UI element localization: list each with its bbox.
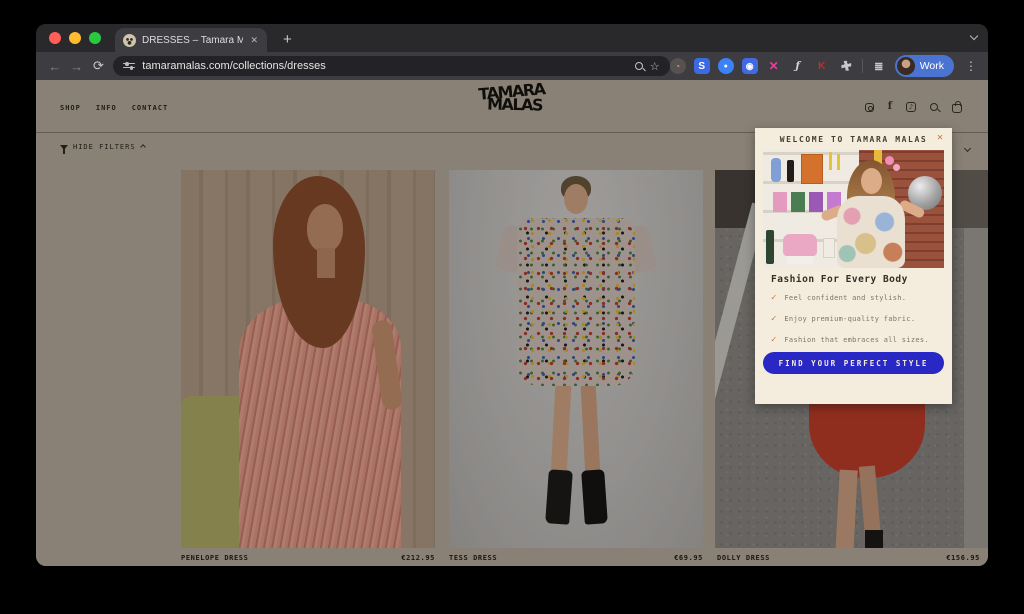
candle-shape xyxy=(837,154,840,170)
browser-menu-icon[interactable]: ⋮ xyxy=(962,59,980,73)
omnibox-search-icon[interactable] xyxy=(635,62,643,70)
back-button[interactable]: ← xyxy=(44,59,66,74)
tab-strip: DRESSES – Tamara Malas ✕ + xyxy=(36,24,988,52)
popup-heading: Fashion For Every Body xyxy=(771,274,908,285)
reload-button[interactable]: ⟳ xyxy=(88,58,110,74)
profile-button[interactable]: Work xyxy=(895,55,954,77)
extension-dot-icon[interactable]: ● xyxy=(718,58,734,74)
benefit-item: ✓ Fashion that embraces all sizes. xyxy=(771,335,929,345)
check-icon: ✓ xyxy=(771,293,776,303)
check-icon: ✓ xyxy=(771,314,776,324)
benefit-text: Enjoy premium-quality fabric. xyxy=(784,315,915,323)
tab-title: DRESSES – Tamara Malas xyxy=(142,35,243,46)
extensions-row: ◔ S ● ◉ ✕ ƒ K ≣ Work ⋮ xyxy=(670,55,980,77)
browser-toolbar: ← → ⟳ tamaramalas.com/collections/dresse… xyxy=(36,52,988,80)
close-window-button[interactable] xyxy=(49,32,61,44)
card-shape xyxy=(791,192,805,212)
card-shape xyxy=(809,192,823,212)
profile-avatar xyxy=(897,57,915,75)
cake-shape xyxy=(783,234,817,256)
extension-fx-icon[interactable]: ƒ xyxy=(790,58,806,74)
check-icon: ✓ xyxy=(771,335,776,345)
extension-swirl-icon[interactable]: ◔ xyxy=(670,58,686,74)
bottle-shape xyxy=(766,230,774,264)
face-shape xyxy=(861,168,882,194)
browser-tab[interactable]: DRESSES – Tamara Malas ✕ xyxy=(115,28,267,52)
extension-aperture-icon[interactable]: ◉ xyxy=(742,58,758,74)
new-tab-button[interactable]: + xyxy=(267,32,292,52)
minimize-window-button[interactable] xyxy=(69,32,81,44)
popup-close-icon[interactable]: ✕ xyxy=(937,133,943,143)
candle-shape xyxy=(829,152,832,170)
benefit-text: Feel confident and stylish. xyxy=(784,294,906,302)
toolbar-divider xyxy=(862,59,863,73)
forward-button[interactable]: → xyxy=(66,59,88,74)
bottle-shape xyxy=(787,160,794,182)
figurine-shape xyxy=(771,158,781,182)
benefit-item: ✓ Enjoy premium-quality fabric. xyxy=(771,314,915,324)
popup-photo xyxy=(763,150,944,268)
bookmark-star-icon[interactable]: ☆ xyxy=(650,60,660,73)
extension-k-icon[interactable]: K xyxy=(814,58,830,74)
extension-s-icon[interactable]: S xyxy=(694,58,710,74)
jar-shape xyxy=(823,238,835,258)
benefit-text: Fashion that embraces all sizes. xyxy=(784,336,928,344)
site-settings-icon[interactable] xyxy=(123,61,135,71)
browser-window: DRESSES – Tamara Malas ✕ + ← → ⟳ tamaram… xyxy=(36,24,988,566)
cake-stand-shape xyxy=(787,256,813,264)
tab-search-chevron-icon[interactable] xyxy=(970,32,978,40)
site-favicon-icon xyxy=(123,34,136,47)
extensions-puzzle-icon[interactable] xyxy=(838,58,854,74)
address-bar[interactable]: tamaramalas.com/collections/dresses ☆ xyxy=(113,56,669,76)
tab-close-icon[interactable]: ✕ xyxy=(249,35,259,46)
popup-header: WELCOME TO TAMARA MALAS ✕ xyxy=(755,128,952,150)
extension-x-icon[interactable]: ✕ xyxy=(766,58,782,74)
find-your-perfect-style-button[interactable]: FIND YOUR PERFECT STYLE xyxy=(763,352,944,374)
benefit-item: ✓ Feel confident and stylish. xyxy=(771,293,906,303)
traffic-lights xyxy=(36,32,115,52)
url-text[interactable]: tamaramalas.com/collections/dresses xyxy=(142,60,628,72)
side-panel-icon[interactable]: ≣ xyxy=(871,58,887,74)
book-shape xyxy=(801,154,823,184)
colorful-dress-shape xyxy=(837,196,905,268)
popup-title: WELCOME TO TAMARA MALAS xyxy=(780,135,928,144)
pompom-shape xyxy=(893,164,900,171)
profile-label: Work xyxy=(920,60,944,72)
card-shape xyxy=(773,192,787,212)
pompom-shape xyxy=(885,156,894,165)
zoom-window-button[interactable] xyxy=(89,32,101,44)
welcome-popup: WELCOME TO TAMARA MALAS ✕ xyxy=(755,128,952,404)
page-viewport: SHOP INFO CONTACT TAMARA MALAS f ♪ HIDE … xyxy=(36,80,988,566)
